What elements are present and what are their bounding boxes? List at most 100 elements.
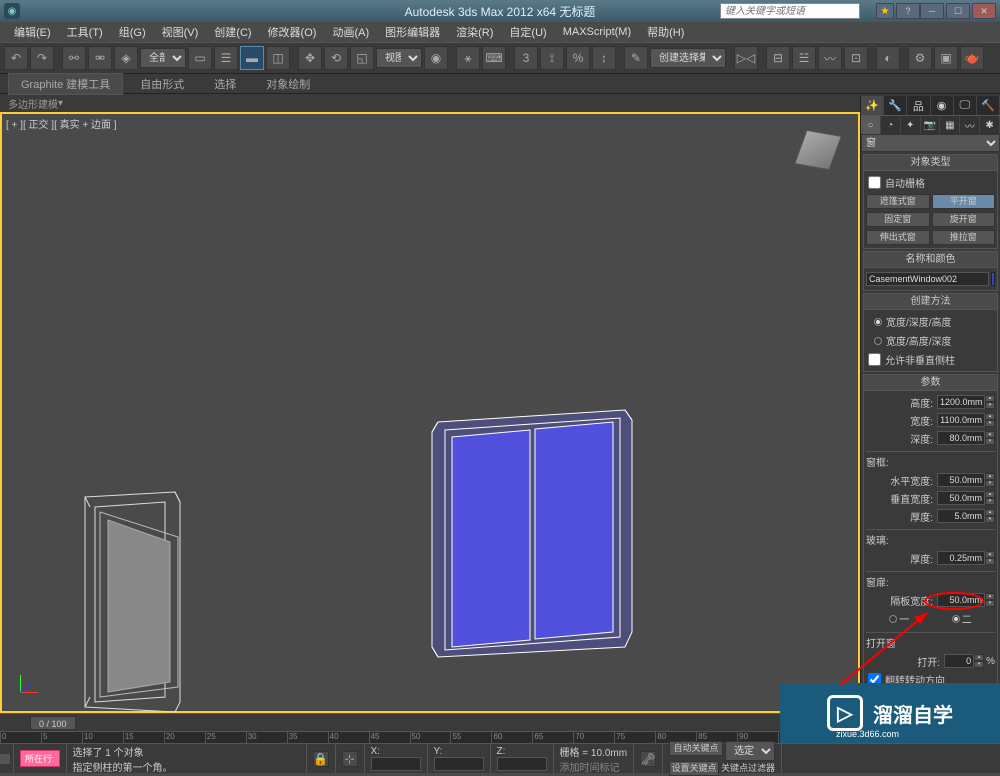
display-tab[interactable]: 🖵 (954, 96, 977, 115)
percent-snap-button[interactable]: % (566, 46, 590, 70)
render-setup-button[interactable]: ⚙ (908, 46, 932, 70)
door-object[interactable] (80, 487, 200, 717)
menu-group[interactable]: 组(G) (111, 22, 154, 42)
creation-radio-wdh[interactable] (874, 318, 882, 326)
window-object-selected[interactable] (430, 402, 640, 662)
menu-tools[interactable]: 工具(T) (59, 22, 111, 42)
menu-edit[interactable]: 编辑(E) (6, 22, 59, 42)
favorites-icon[interactable]: ★ (876, 3, 894, 19)
spinner-up[interactable]: ▴ (985, 395, 995, 402)
link-button[interactable]: ⚯ (62, 46, 86, 70)
systems-subtab[interactable]: ✱ (980, 116, 1000, 134)
viewcube[interactable] (800, 132, 840, 172)
ribbon-tab-freeform[interactable]: 自由形式 (127, 73, 197, 95)
ribbon-tab-objectpaint[interactable]: 对象绘制 (253, 73, 323, 95)
helpers-subtab[interactable]: ▦ (940, 116, 960, 134)
select-scale-button[interactable]: ◱ (350, 46, 374, 70)
auto-grid-checkbox[interactable] (868, 176, 881, 189)
select-move-button[interactable]: ✥ (298, 46, 322, 70)
casement-one-radio[interactable] (889, 615, 897, 623)
close-button[interactable]: ✕ (972, 3, 996, 19)
snap-toggle-button[interactable]: 3 (514, 46, 538, 70)
window-crossing-button[interactable]: ◫ (266, 46, 290, 70)
select-by-name-button[interactable]: ☰ (214, 46, 238, 70)
frame-hw-spinner[interactable] (937, 473, 985, 487)
maximize-button[interactable]: ☐ (946, 3, 970, 19)
cameras-subtab[interactable]: 📷 (921, 116, 941, 134)
menu-animation[interactable]: 动画(A) (324, 22, 377, 42)
width-spinner[interactable] (937, 413, 985, 427)
geometry-subtab[interactable]: ○ (861, 116, 881, 134)
named-selset-dropdown[interactable]: 创建选择集 (650, 48, 726, 68)
help-search-input[interactable] (720, 3, 860, 19)
menu-views[interactable]: 视图(V) (154, 22, 207, 42)
set-key-mode-button[interactable]: 设置关键点 (669, 761, 719, 776)
modify-tab[interactable]: 🔧 (884, 96, 907, 115)
spacewarps-subtab[interactable]: 〰 (960, 116, 980, 134)
coord-system-dropdown[interactable]: 视图 (376, 48, 422, 68)
schematic-view-button[interactable]: ⊡ (844, 46, 868, 70)
menu-rendering[interactable]: 渲染(R) (448, 22, 501, 42)
select-object-button[interactable]: ▭ (188, 46, 212, 70)
spinner-snap-button[interactable]: ↕ (592, 46, 616, 70)
hierarchy-tab[interactable]: 品 (907, 96, 930, 115)
utilities-tab[interactable]: 🔨 (977, 96, 1000, 115)
rollout-header[interactable]: 对象类型 (864, 155, 997, 171)
shapes-subtab[interactable]: ◔ (881, 116, 901, 134)
spinner-down[interactable]: ▾ (985, 402, 995, 409)
edit-named-sel-button[interactable]: ✎ (624, 46, 648, 70)
ribbon-tab-graphite[interactable]: Graphite 建模工具 (8, 73, 123, 95)
keyboard-shortcut-button[interactable]: ⌨ (482, 46, 506, 70)
glass-th-spinner[interactable] (937, 551, 985, 565)
time-slider-bar[interactable]: 0 / 100 (0, 713, 860, 731)
align-button[interactable]: ⊟ (766, 46, 790, 70)
app-icon[interactable]: ◉ (4, 3, 20, 19)
height-spinner[interactable] (937, 395, 985, 409)
selection-filter-dropdown[interactable]: 全部 (140, 48, 186, 68)
add-time-tag[interactable]: 添加时间标记 (560, 759, 628, 774)
awning-window-button[interactable]: 遮篷式窗 (866, 194, 930, 209)
pivoted-window-button[interactable]: 旋开窗 (932, 212, 996, 227)
viewport[interactable]: [ + ][ 正交 ][ 真实 + 边面 ] (0, 112, 860, 713)
maxscript-mini-listener-button[interactable] (0, 754, 10, 764)
redo-button[interactable]: ↷ (30, 46, 54, 70)
selection-lock-button[interactable]: 🔒 (313, 751, 329, 767)
angle-snap-button[interactable]: ⟟ (540, 46, 564, 70)
select-rotate-button[interactable]: ⟲ (324, 46, 348, 70)
key-target-dropdown[interactable]: 选定对象 (725, 741, 775, 761)
z-coord-input[interactable] (497, 757, 547, 771)
pivot-center-button[interactable]: ◉ (424, 46, 448, 70)
help-dropdown[interactable]: ? (896, 3, 920, 19)
creation-radio-whd[interactable] (874, 337, 882, 345)
category-dropdown[interactable]: 窗 (861, 134, 1000, 152)
auto-key-button[interactable]: 自动关键点 (669, 741, 723, 756)
panel-width-spinner[interactable] (937, 593, 985, 607)
viewport-label[interactable]: [ + ][ 正交 ][ 真实 + 边面 ] (6, 116, 117, 131)
y-coord-input[interactable] (434, 757, 484, 771)
sliding-window-button[interactable]: 推拉窗 (932, 230, 996, 245)
allow-nonvert-checkbox[interactable] (868, 353, 881, 366)
casement-two-radio[interactable] (952, 615, 960, 623)
object-name-input[interactable] (866, 272, 989, 286)
set-key-button[interactable]: 🗝 (640, 751, 656, 767)
key-filters-button[interactable]: 关键点过滤器 (721, 761, 775, 776)
ribbon-tab-selection[interactable]: 选择 (201, 73, 249, 95)
menu-help[interactable]: 帮助(H) (639, 22, 692, 42)
menu-customize[interactable]: 自定(U) (501, 22, 554, 42)
unlink-button[interactable]: ⚮ (88, 46, 112, 70)
projected-window-button[interactable]: 伸出式窗 (866, 230, 930, 245)
fixed-window-button[interactable]: 固定窗 (866, 212, 930, 227)
bind-button[interactable]: ◈ (114, 46, 138, 70)
menu-modifiers[interactable]: 修改器(O) (260, 22, 325, 42)
manipulate-button[interactable]: ⚹ (456, 46, 480, 70)
frame-th-spinner[interactable] (937, 509, 985, 523)
object-color-swatch[interactable] (991, 272, 995, 286)
motion-tab[interactable]: ◉ (931, 96, 954, 115)
menu-grapheditors[interactable]: 图形编辑器 (377, 22, 448, 42)
ribbon-subpanel[interactable]: 多边形建模 ▾ (0, 94, 1000, 112)
frame-vw-spinner[interactable] (937, 491, 985, 505)
material-editor-button[interactable]: ◐ (876, 46, 900, 70)
undo-button[interactable]: ↶ (4, 46, 28, 70)
create-tab[interactable]: ✨ (861, 96, 884, 115)
script-line-indicator[interactable]: 所在行: (20, 750, 60, 767)
